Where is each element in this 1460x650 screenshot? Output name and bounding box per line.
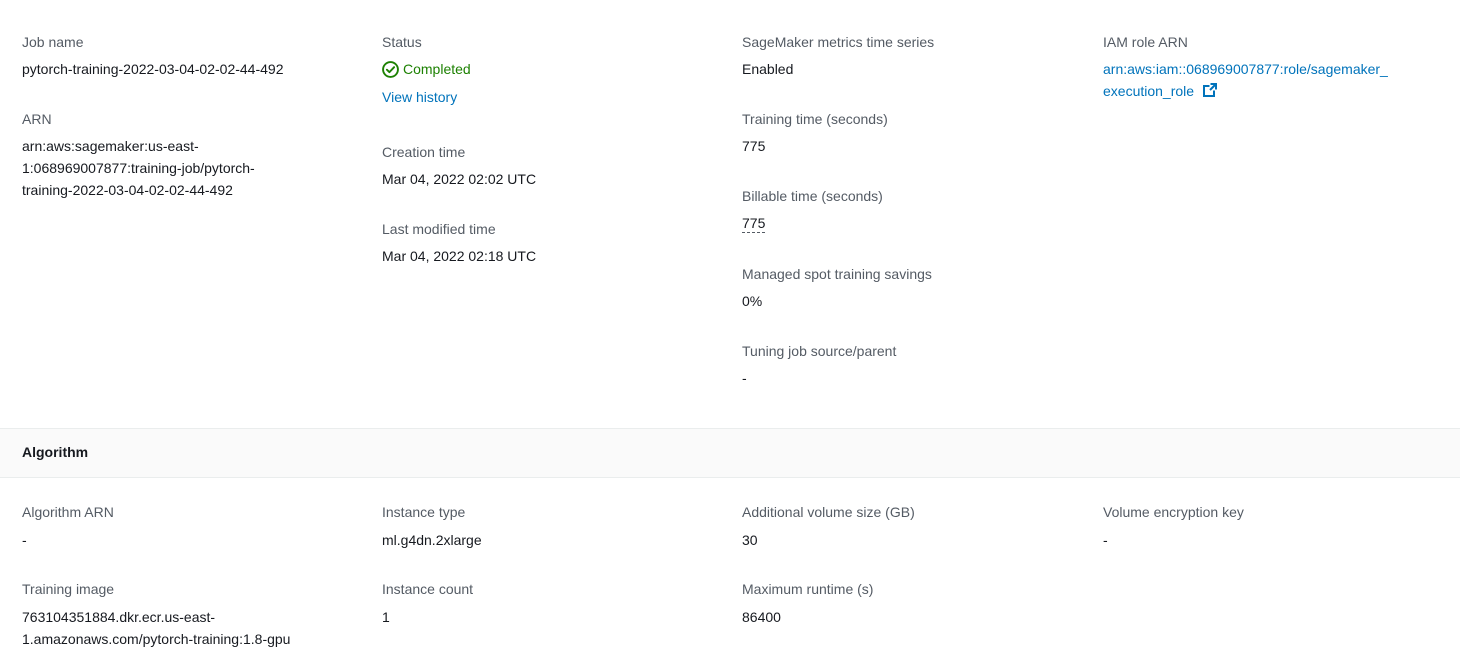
arn-line: training-2022-03-04-02-02-44-492 (22, 182, 233, 198)
training-image-line: 1.amazonaws.com/pytorch-training:1.8-gpu (22, 631, 291, 647)
iam-role-line: arn:aws:iam::068969007877:role/sagemaker… (1103, 61, 1388, 77)
iam-role-link[interactable]: arn:aws:iam::068969007877:role/sagemaker… (1103, 58, 1388, 102)
job-name-label: Job name (22, 34, 84, 50)
billable-time-label: Billable time (seconds) (742, 188, 883, 204)
spot-savings-label: Managed spot training savings (742, 266, 932, 282)
job-name-value: pytorch-training-2022-03-04-02-02-44-492 (22, 61, 284, 77)
status-badge: Completed (382, 58, 471, 80)
arn-value: arn:aws:sagemaker:us-east- 1:06896900787… (22, 135, 255, 201)
encryption-key-value: - (1103, 532, 1108, 548)
arn-line: arn:aws:sagemaker:us-east- (22, 138, 199, 154)
external-link-icon (1202, 83, 1217, 97)
training-time-value: 775 (742, 138, 766, 154)
algorithm-arn-label: Algorithm ARN (22, 504, 114, 520)
metrics-value: Enabled (742, 61, 794, 77)
creation-time-value: Mar 04, 2022 02:02 UTC (382, 171, 537, 187)
iam-role-line: execution_role (1103, 80, 1388, 102)
max-runtime-label: Maximum runtime (s) (742, 581, 874, 597)
training-image-line: 763104351884.dkr.ecr.us-east- (22, 609, 216, 625)
creation-time-label: Creation time (382, 144, 466, 160)
algorithm-section-title: Algorithm (22, 444, 89, 460)
training-image-value: 763104351884.dkr.ecr.us-east- 1.amazonaw… (22, 606, 290, 650)
training-time-label: Training time (seconds) (742, 111, 888, 127)
instance-type-value: ml.g4dn.2xlarge (382, 532, 482, 548)
algorithm-arn-value: - (22, 532, 27, 548)
encryption-key-label: Volume encryption key (1103, 504, 1244, 520)
billable-time-value[interactable]: 775 (742, 214, 766, 233)
status-value: Completed (403, 61, 471, 77)
arn-label: ARN (22, 111, 52, 127)
volume-size-value: 30 (742, 532, 758, 548)
arn-line: 1:068969007877:training-job/pytorch- (22, 160, 255, 176)
iam-role-label: IAM role ARN (1103, 34, 1188, 50)
max-runtime-value: 86400 (742, 609, 781, 625)
last-modified-label: Last modified time (382, 221, 496, 237)
tuning-job-label: Tuning job source/parent (742, 343, 897, 359)
volume-size-label: Additional volume size (GB) (742, 504, 915, 520)
last-modified-value: Mar 04, 2022 02:18 UTC (382, 248, 537, 264)
status-label: Status (382, 34, 422, 50)
instance-type-label: Instance type (382, 504, 466, 520)
spot-savings-value: 0% (742, 293, 763, 309)
training-image-label: Training image (22, 581, 115, 597)
check-circle-icon (382, 60, 399, 78)
algorithm-section-header: Algorithm (0, 428, 1460, 478)
iam-role-line-text: execution_role (1103, 83, 1195, 99)
tuning-job-value: - (742, 370, 747, 386)
instance-count-value: 1 (382, 609, 390, 625)
view-history-link[interactable]: View history (382, 86, 457, 108)
instance-count-label: Instance count (382, 581, 474, 597)
metrics-label: SageMaker metrics time series (742, 34, 935, 50)
